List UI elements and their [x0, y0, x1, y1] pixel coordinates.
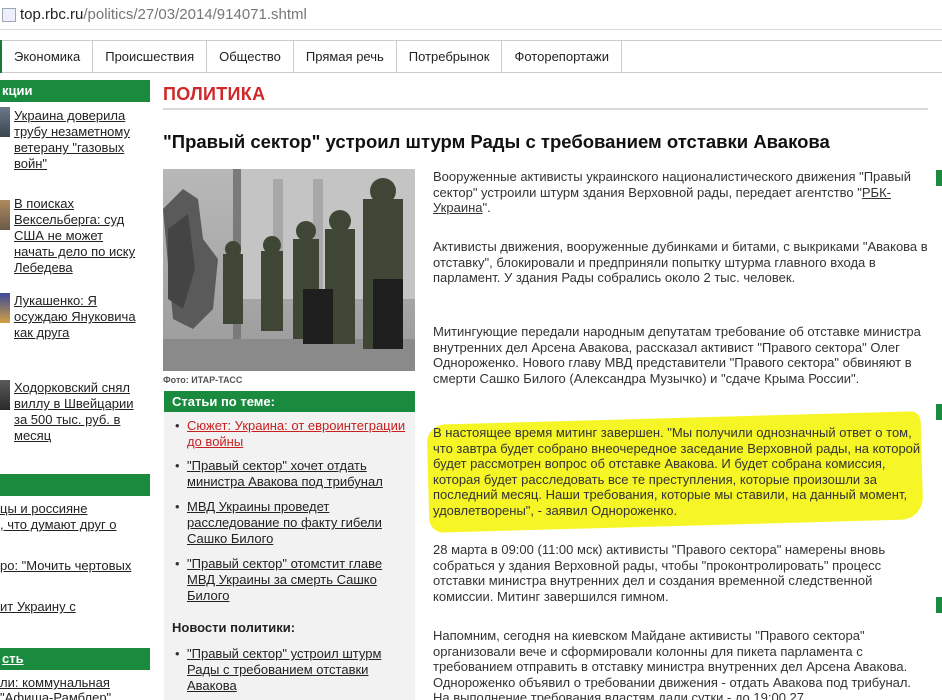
bullet-icon: • — [175, 458, 180, 473]
related-link[interactable]: "Правый сектор" отомстит главе МВД Украи… — [187, 556, 382, 603]
left-section-header[interactable]: сть — [0, 648, 150, 670]
related-item[interactable]: • "Правый сектор" отомстит главе МВД Укр… — [172, 556, 412, 604]
left-link[interactable]: , что думают друг о — [0, 516, 148, 533]
p1-text-end: ". — [482, 200, 491, 216]
left-section-bar — [0, 474, 150, 496]
photo-illustration — [163, 169, 415, 371]
related-item[interactable]: • "Правый сектор" хочет отдать министра … — [172, 458, 412, 490]
article-photo — [163, 169, 415, 371]
paragraph-2: Активисты движения, вооруженные дубинкам… — [433, 239, 928, 286]
nav-item-consumer[interactable]: Потребрынок — [397, 40, 503, 73]
address-bar[interactable]: top.rbc.ru/politics/27/03/2014/914071.sh… — [0, 0, 942, 30]
bullet-icon: • — [175, 556, 180, 571]
paragraph-3: Митингующие передали народным депутатам … — [433, 324, 921, 386]
top-nav: Экономика Происшествия Общество Прямая р… — [0, 40, 942, 73]
paragraph-1: Вооруженные активисты украинского национ… — [433, 169, 928, 216]
left-link[interactable]: цы и россияне — [0, 500, 148, 517]
url-host: top.rbc.ru — [20, 6, 84, 23]
nav-item-incidents[interactable]: Происшествия — [93, 40, 208, 73]
paragraph-6: Напомним, сегодня на киевском Майдане ак… — [433, 628, 912, 700]
left-news-item[interactable]: Украина доверила трубу незаметному ветер… — [14, 108, 144, 172]
nav-item-photo[interactable]: Фоторепортажи — [502, 40, 623, 73]
nav-item-economy[interactable]: Экономика — [2, 40, 94, 73]
politics-news-link[interactable]: "Правый сектор" устроил штурм Рады с тре… — [187, 646, 381, 693]
right-section-bar — [936, 170, 942, 186]
section-title[interactable]: ПОЛИТИКА — [163, 84, 265, 105]
related-link[interactable]: "Правый сектор" хочет отдать министра Ав… — [187, 458, 383, 489]
left-news-item[interactable]: Ходорковский снял виллу в Швейцарии за 5… — [14, 380, 144, 444]
right-column-edge — [926, 80, 942, 700]
right-section-bar — [936, 597, 942, 613]
news-thumbnail — [0, 293, 10, 323]
left-news-item[interactable]: В поисках Вексельберга: суд США не может… — [14, 196, 144, 276]
section-divider — [163, 108, 928, 110]
p1-text: Вооруженные активисты украинского национ… — [433, 169, 912, 200]
article-headline: "Правый сектор" устроил штурм Рады с тре… — [163, 131, 830, 152]
left-news-item[interactable]: Лукашенко: Я осуждаю Януковича как друга — [14, 293, 144, 341]
news-thumbnail — [0, 380, 10, 410]
left-column: кции Украина доверила трубу незаметному … — [0, 80, 150, 700]
url-path: /politics/27/03/2014/914071.shtml — [83, 6, 307, 23]
bullet-icon: • — [175, 418, 180, 433]
photo-caption: Фото: ИТАР-ТАСС — [163, 375, 243, 385]
left-header: кции — [0, 80, 150, 102]
politics-news-item[interactable]: • "Правый сектор" устроил штурм Рады с т… — [172, 646, 412, 694]
news-thumbnail — [0, 200, 10, 230]
bullet-icon: • — [175, 499, 180, 514]
related-item-story[interactable]: • Сюжет: Украина: от евроинтеграции до в… — [172, 418, 412, 450]
nav-item-direct-speech[interactable]: Прямая речь — [294, 40, 397, 73]
page-icon — [2, 7, 16, 22]
right-section-bar — [936, 404, 942, 420]
left-link[interactable]: ро: "Мочить чертовых — [0, 557, 148, 574]
nav-item-society[interactable]: Общество — [207, 40, 294, 73]
paragraph-5: 28 марта в 09:00 (11:00 мск) активисты "… — [433, 542, 886, 604]
left-link[interactable]: ит Украину с — [0, 598, 148, 615]
paragraph-4-highlighted: В настоящее время митинг завершен. "Мы п… — [433, 425, 921, 518]
news-thumbnail — [0, 107, 10, 137]
left-link[interactable]: "Афиша-Рамблер" — [0, 689, 148, 700]
related-articles-box: Статьи по теме: • Сюжет: Украина: от евр… — [164, 391, 415, 700]
bullet-icon: • — [175, 646, 180, 661]
politics-news-header: Новости политики: — [172, 620, 296, 635]
related-link[interactable]: МВД Украины проведет расследование по фа… — [187, 499, 382, 546]
related-link[interactable]: Сюжет: Украина: от евроинтеграции до вой… — [187, 418, 405, 449]
related-item[interactable]: • МВД Украины проведет расследование по … — [172, 499, 412, 547]
related-header: Статьи по теме: — [164, 391, 415, 412]
